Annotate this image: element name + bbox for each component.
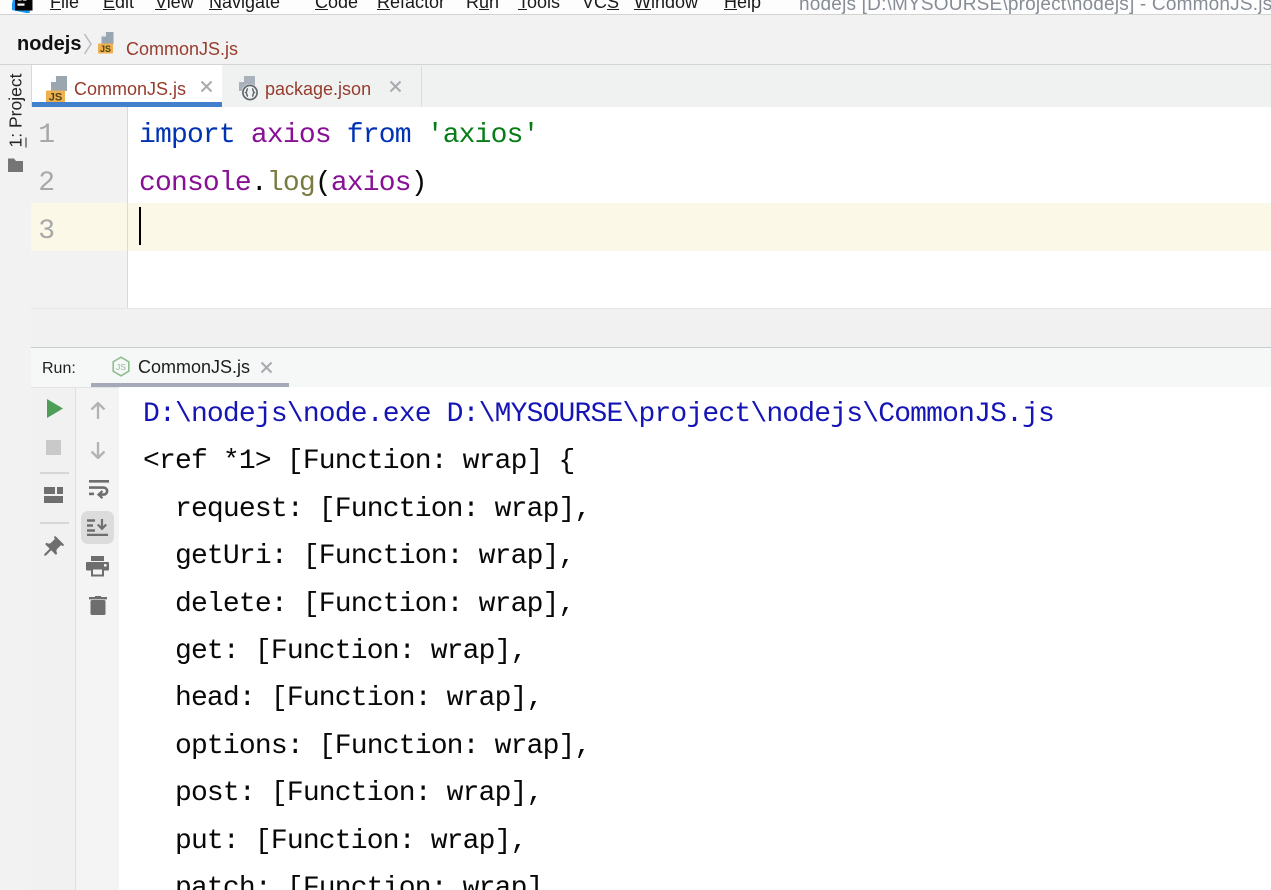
svg-text:JS: JS <box>100 44 111 54</box>
svg-text:JS: JS <box>116 362 126 372</box>
svg-text:JS: JS <box>49 92 62 103</box>
